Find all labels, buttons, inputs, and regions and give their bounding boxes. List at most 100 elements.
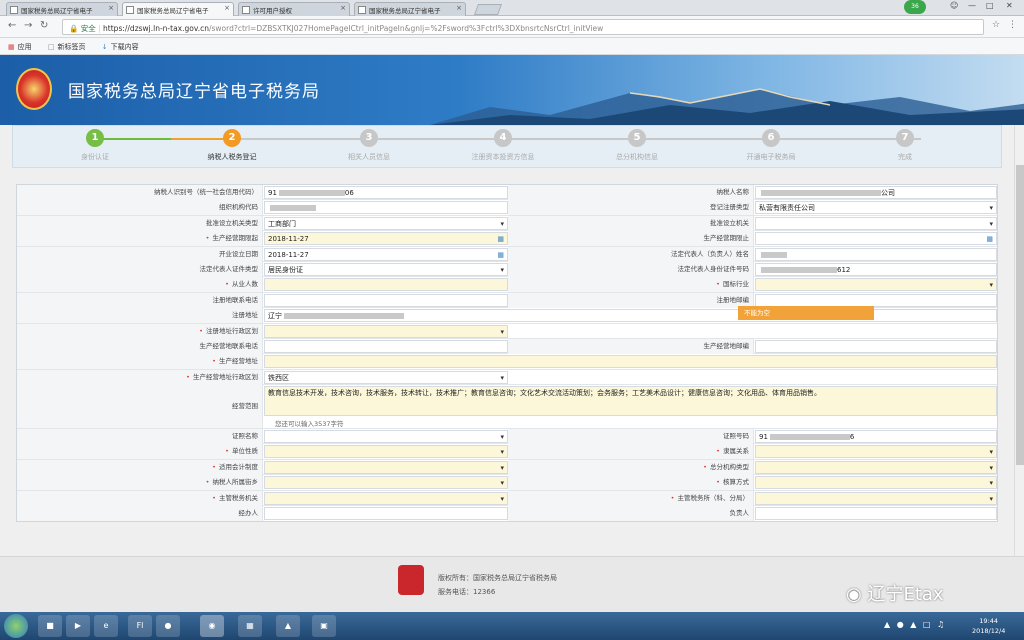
legal-id-number-field[interactable]: 612	[755, 262, 997, 276]
page-icon	[10, 6, 18, 14]
tax-office-select[interactable]	[264, 491, 508, 505]
form-row: 经营范围 教育信息技术开发，技术咨询，技术服务，技术转让，技术推广；教育信息咨询…	[17, 385, 997, 430]
site-title: 国家税务总局辽宁省电子税务局	[68, 82, 320, 102]
ie-icon[interactable]: e	[94, 615, 118, 637]
scrollbar[interactable]	[1014, 125, 1024, 557]
close-icon[interactable]: ×	[224, 4, 230, 12]
legal-id-type-select[interactable]: 居民身份证	[264, 262, 508, 276]
label-text: 生产经营期限起	[212, 234, 259, 243]
extension-badge[interactable]: 36	[904, 0, 926, 14]
menu-icon[interactable]: ⋮	[1008, 20, 1017, 30]
org-code-field[interactable]	[264, 201, 508, 215]
browser-tab-active[interactable]: 国家税务总局辽宁省电子 ×	[122, 2, 234, 16]
url-input[interactable]: 🔒 安全 | https://dzswj.ln-n-tax.gov.cn/swo…	[62, 19, 984, 35]
tax-branch-select[interactable]	[755, 491, 997, 505]
cert-number-field[interactable]: 91 6	[755, 430, 997, 444]
reg-address-field[interactable]: 辽宁	[264, 309, 997, 323]
wizard-step-3[interactable]: 3 相关人员信息	[309, 129, 429, 162]
browser-tab[interactable]: 国家税务总局辽宁省电子 ×	[6, 2, 118, 16]
field-value: 91	[268, 189, 277, 197]
browser-tab[interactable]: 国家税务总局辽宁省电子 ×	[354, 2, 466, 16]
accounting-select[interactable]	[264, 460, 508, 474]
folder-icon[interactable]: ▦	[238, 615, 262, 637]
scrollbar-thumb[interactable]	[1016, 165, 1024, 465]
tab-title: 国家税务总局辽宁省电子	[369, 7, 441, 15]
reg-phone-field[interactable]	[264, 293, 508, 307]
taxpayer-name-field[interactable]: 公司	[755, 186, 997, 199]
wizard-step-5[interactable]: 5 总分机构信息	[577, 129, 697, 162]
reload-icon[interactable]: ↻	[40, 20, 48, 31]
taxpayer-id-field[interactable]: 91 06	[264, 186, 508, 199]
reg-zip-field[interactable]	[755, 293, 997, 307]
responsible-field[interactable]	[755, 507, 997, 521]
system-tray[interactable]: ▲ ● ▲ □ ♫	[884, 620, 946, 629]
explorer-icon[interactable]: ■	[38, 615, 62, 637]
chrome-icon[interactable]: ◉	[200, 615, 224, 637]
calc-method-select[interactable]	[755, 476, 997, 490]
bookmark-downloads[interactable]: 下载内容	[111, 43, 139, 51]
open-date-field[interactable]: 2018-11-27	[264, 247, 508, 261]
prod-end-date-field[interactable]	[755, 232, 997, 246]
wizard-step-4[interactable]: 4 注册资本投资方信息	[443, 129, 563, 162]
close-icon[interactable]: ×	[340, 4, 346, 12]
business-scope-textarea[interactable]: 教育信息技术开发，技术咨询，技术服务，技术转让，技术推广；教育信息咨询；文化艺术…	[264, 386, 997, 417]
cert-name-select[interactable]	[264, 430, 508, 444]
wechat-icon: ◉	[846, 584, 862, 605]
field-label: 法定代表人（负责人）姓名	[508, 246, 754, 262]
app-icon[interactable]: ●	[156, 615, 180, 637]
maximize-icon[interactable]: □	[986, 1, 994, 10]
approve-type-select[interactable]: 工商部门	[264, 216, 508, 230]
branch-type-select[interactable]	[755, 460, 997, 474]
new-tab-button[interactable]	[473, 4, 503, 15]
wechat-watermark: ◉ 辽宁Etax	[846, 580, 944, 606]
label-text: 注册地址行政区划	[206, 326, 258, 335]
wizard-step-2[interactable]: 2 纳税人税务登记	[172, 129, 292, 162]
label-text: 主管税务机关	[219, 493, 258, 502]
legal-name-field[interactable]	[755, 247, 997, 261]
flash-icon[interactable]: Fl	[128, 615, 152, 637]
wizard-step-6[interactable]: 6 开通电子税务局	[711, 129, 831, 162]
mic-icon[interactable]: ▲	[276, 615, 300, 637]
reg-type-select[interactable]: 私营有限责任公司	[755, 201, 997, 215]
back-icon[interactable]: ←	[8, 20, 16, 31]
prod-start-date-field[interactable]: 2018-11-27	[264, 232, 508, 246]
field-label: 证照号码	[508, 429, 754, 445]
start-button[interactable]	[4, 614, 28, 638]
label-text: 单位性质	[232, 447, 258, 456]
industry-select[interactable]	[755, 278, 997, 292]
clock-date: 2018/12/4	[972, 627, 1006, 635]
prod-address-field[interactable]	[264, 355, 997, 369]
field-label: • 生产经营地址	[17, 354, 263, 370]
step-label: 完成	[898, 153, 912, 161]
employees-field[interactable]	[264, 278, 508, 292]
window-close-icon[interactable]: ✕	[1006, 1, 1013, 10]
browser-tab[interactable]: 许可用户授权 ×	[238, 2, 350, 16]
field-label: 生产经营地邮编	[508, 338, 754, 354]
star-icon[interactable]: ☆	[992, 20, 1000, 30]
close-icon[interactable]: ×	[456, 4, 462, 12]
page-icon	[358, 6, 366, 14]
street-select[interactable]	[264, 476, 508, 490]
label-text: 隶属关系	[723, 447, 749, 456]
close-icon[interactable]: ×	[108, 4, 114, 12]
handler-field[interactable]	[264, 507, 508, 521]
clock[interactable]: 19:44 2018/12/4	[972, 616, 1005, 636]
minimize-icon[interactable]: —	[968, 1, 976, 10]
prod-zip-field[interactable]	[755, 339, 997, 353]
wizard-step-1[interactable]: 1 身份认证	[35, 129, 155, 162]
field-label: • 纳税人所属街乡	[17, 475, 263, 491]
media-icon[interactable]: ▶	[66, 615, 90, 637]
bookmark-apps[interactable]: 应用	[18, 43, 32, 51]
user-icon[interactable]: ☺	[950, 1, 958, 10]
bookmark-new-tab[interactable]: 新标签页	[57, 43, 85, 51]
reg-region-select[interactable]	[264, 324, 508, 338]
affiliation-select[interactable]	[755, 445, 997, 459]
prod-region-select[interactable]: 铁西区	[264, 370, 508, 384]
prod-phone-field[interactable]	[264, 339, 508, 353]
approve-org-select[interactable]	[755, 216, 997, 230]
forward-icon[interactable]: →	[24, 20, 32, 31]
masked-text	[761, 190, 881, 196]
camera-icon[interactable]: ▣	[312, 615, 336, 637]
wizard-step-7[interactable]: 7 完成	[845, 129, 965, 162]
unit-nature-select[interactable]	[264, 445, 508, 459]
